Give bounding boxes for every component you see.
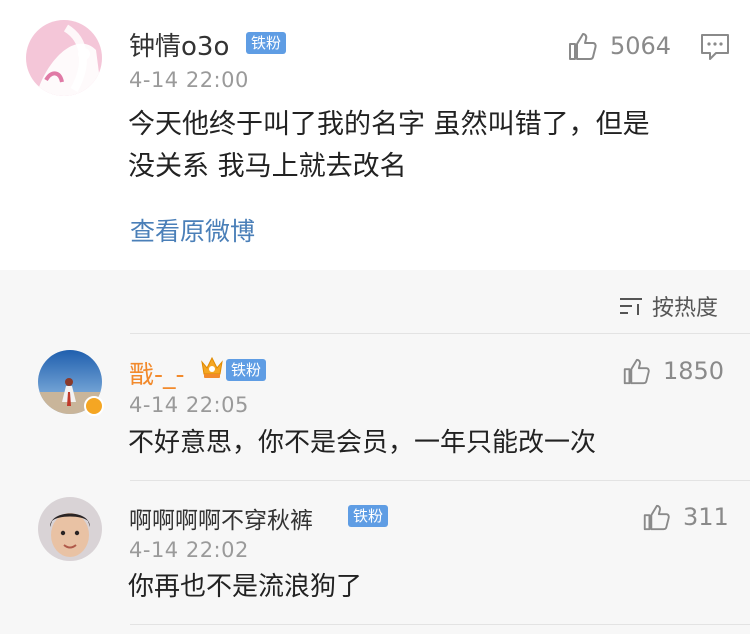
username[interactable]: 啊啊啊啊不穿秋裤: [129, 501, 313, 535]
comment-text: 你再也不是流浪狗了: [128, 572, 363, 602]
fan-badge: 铁粉: [246, 32, 287, 54]
sort-icon: [620, 298, 642, 315]
thumbs-up-icon: [643, 504, 670, 531]
post-time: 4-14 22:00: [129, 68, 249, 92]
fan-badge: 铁粉: [226, 359, 267, 381]
sort-label: 按热度: [652, 296, 719, 321]
comment-time: 4-14 22:05: [129, 393, 249, 417]
like-count: 5064: [610, 32, 672, 60]
post-text-line: 没关系 我马上就去改名: [128, 151, 407, 182]
verified-badge: [84, 396, 104, 416]
main-post: 钟情o3o 铁粉 5064 4-14 22:00 今天他终于叫了我的名字 虽然叫…: [0, 0, 750, 270]
sort-toggle[interactable]: 按热度: [618, 290, 718, 322]
comment-text: 不好意思，你不是会员，一年只能改一次: [128, 428, 597, 458]
username[interactable]: 戬-_-: [129, 355, 185, 391]
view-original-link[interactable]: 查看原微博: [130, 212, 255, 248]
avatar[interactable]: [38, 497, 102, 561]
post-text-line: 今天他终于叫了我的名字 虽然叫错了，但是: [128, 109, 650, 140]
crown-icon: [201, 356, 223, 378]
divider: [130, 333, 750, 334]
avatar[interactable]: [26, 20, 102, 96]
divider: [130, 480, 750, 481]
like-button[interactable]: 5064: [566, 30, 671, 62]
like-count: 311: [683, 503, 729, 531]
thumbs-up-icon: [623, 358, 650, 385]
comment-time: 4-14 22:02: [129, 538, 249, 562]
username[interactable]: 钟情o3o: [129, 26, 229, 63]
comment-icon[interactable]: [700, 33, 730, 61]
fan-badge: 铁粉: [348, 505, 389, 527]
like-button[interactable]: 1850: [621, 356, 724, 386]
thumbs-up-icon: [569, 33, 597, 60]
divider: [130, 624, 750, 625]
like-button[interactable]: 311: [641, 502, 729, 532]
like-count: 1850: [663, 357, 725, 385]
